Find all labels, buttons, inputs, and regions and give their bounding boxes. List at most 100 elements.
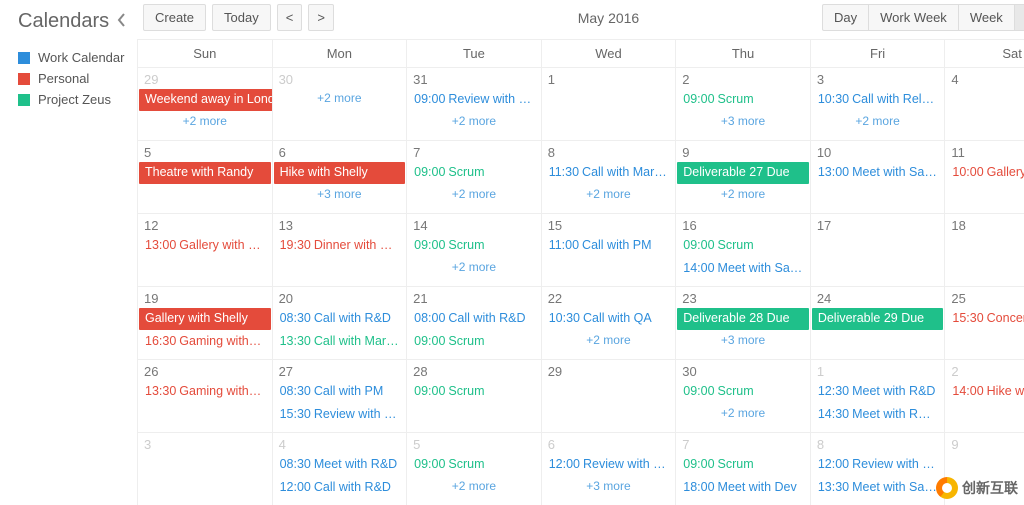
day-cell[interactable]: 1409:00Scrum+2 more <box>407 214 542 286</box>
event[interactable]: 09:00Scrum <box>677 381 809 403</box>
day-cell[interactable]: 612:00Review with PM+3 more <box>542 433 677 505</box>
event[interactable]: 13:30Call with Marketi… <box>274 331 406 353</box>
calendar-item[interactable]: Personal <box>18 68 127 89</box>
day-cell[interactable]: 17 <box>811 214 946 286</box>
day-cell[interactable]: 2108:00Call with R&D09:00Scrum <box>407 287 542 359</box>
event[interactable]: 08:00Call with R&D <box>408 308 540 330</box>
day-cell[interactable]: 29Weekend away in London+2 more <box>138 68 273 140</box>
more-link[interactable]: +3 more <box>542 477 676 493</box>
day-cell[interactable]: 2210:30Call with QA+2 more <box>542 287 677 359</box>
sidebar-collapse-icon[interactable] <box>117 13 127 30</box>
day-cell[interactable]: 1013:00Meet with Sales <box>811 141 946 213</box>
event[interactable]: Hike with Shelly <box>274 162 406 184</box>
event[interactable]: Deliverable 29 Due <box>812 308 944 330</box>
more-link[interactable]: +2 more <box>407 185 541 201</box>
day-cell[interactable]: 5Theatre with Randy <box>138 141 273 213</box>
event[interactable]: 08:30Call with PM <box>274 381 406 403</box>
event[interactable]: 09:00Scrum <box>677 454 809 476</box>
day-cell[interactable]: 2613:30Gaming with Ra… <box>138 360 273 432</box>
prev-button[interactable]: < <box>277 4 303 31</box>
day-cell[interactable]: 811:30Call with Marketi…+2 more <box>542 141 677 213</box>
more-link[interactable]: +2 more <box>676 185 810 201</box>
day-cell[interactable]: 1609:00Scrum14:00Meet with Sales <box>676 214 811 286</box>
event[interactable]: 09:00Scrum <box>408 162 540 184</box>
event[interactable]: 09:00Scrum <box>408 331 540 353</box>
more-link[interactable]: +2 more <box>542 331 676 347</box>
day-cell[interactable]: 709:00Scrum18:00Meet with Dev <box>676 433 811 505</box>
more-link[interactable]: +3 more <box>676 331 810 347</box>
more-link[interactable]: +3 more <box>273 185 407 201</box>
day-cell[interactable]: 1110:00Gallery with Elena <box>945 141 1024 213</box>
event[interactable]: Gallery with Shelly <box>139 308 271 330</box>
event[interactable]: Deliverable 27 Due <box>677 162 809 184</box>
event[interactable]: 09:00Review with Dev… <box>408 89 540 111</box>
event[interactable]: 12:00Call with R&D <box>274 477 406 499</box>
day-cell[interactable]: 509:00Scrum+2 more <box>407 433 542 505</box>
next-button[interactable]: > <box>308 4 334 31</box>
more-link[interactable]: +3 more <box>676 112 810 128</box>
day-cell[interactable]: 23Deliverable 28 Due+3 more <box>676 287 811 359</box>
more-link[interactable]: +2 more <box>407 112 541 128</box>
event[interactable]: 14:00Meet with Sales <box>677 258 809 280</box>
event[interactable]: 19:30Dinner with Mitch <box>274 235 406 257</box>
calendar-item[interactable]: Project Zeus <box>18 89 127 110</box>
more-link[interactable]: +2 more <box>542 185 676 201</box>
event[interactable]: 13:00Gallery with Fred <box>139 235 271 257</box>
event[interactable]: 14:30Meet with Relea… <box>812 404 944 426</box>
event[interactable]: 10:30Call with QA <box>543 308 675 330</box>
day-cell[interactable]: 4 <box>945 68 1024 140</box>
view-week[interactable]: Week <box>958 4 1015 31</box>
more-link[interactable]: +2 more <box>811 112 945 128</box>
event[interactable]: 16:30Gaming with Mit… <box>139 331 271 353</box>
day-cell[interactable]: 29 <box>542 360 677 432</box>
event[interactable]: 12:30Meet with R&D <box>812 381 944 403</box>
day-cell[interactable]: 408:30Meet with R&D12:00Call with R&D <box>273 433 408 505</box>
day-cell[interactable]: 1319:30Dinner with Mitch <box>273 214 408 286</box>
create-button[interactable]: Create <box>143 4 206 31</box>
more-link[interactable]: +2 more <box>676 404 810 420</box>
more-link[interactable]: +2 more <box>407 258 541 274</box>
day-cell[interactable]: 2708:30Call with PM15:30Review with PM <box>273 360 408 432</box>
today-button[interactable]: Today <box>212 4 271 31</box>
event[interactable]: 10:30Call with Release <box>812 89 944 111</box>
event[interactable]: 13:00Meet with Sales <box>812 162 944 184</box>
event[interactable]: 15:30Review with PM <box>274 404 406 426</box>
event[interactable]: Weekend away in London <box>139 89 273 111</box>
event[interactable]: 14:00Hike with Fred <box>946 381 1024 403</box>
event[interactable]: 08:30Meet with R&D <box>274 454 406 476</box>
day-cell[interactable]: 6Hike with Shelly+3 more <box>273 141 408 213</box>
day-cell[interactable]: 709:00Scrum+2 more <box>407 141 542 213</box>
day-cell[interactable]: 812:00Review with Dev…13:30Meet with Sal… <box>811 433 946 505</box>
view-work-week[interactable]: Work Week <box>868 4 959 31</box>
event[interactable]: 09:00Scrum <box>408 454 540 476</box>
day-cell[interactable]: 3009:00Scrum+2 more <box>676 360 811 432</box>
day-cell[interactable]: 1511:00Call with PM <box>542 214 677 286</box>
more-link[interactable]: +2 more <box>138 112 272 128</box>
event[interactable]: 12:00Review with PM <box>543 454 675 476</box>
event[interactable]: 08:30Call with R&D <box>274 308 406 330</box>
event[interactable]: 09:00Scrum <box>677 235 809 257</box>
event[interactable]: 18:00Meet with Dev <box>677 477 809 499</box>
calendar-item[interactable]: Work Calendar <box>18 47 127 68</box>
event[interactable]: 13:30Gaming with Ra… <box>139 381 271 403</box>
day-cell[interactable]: 2809:00Scrum <box>407 360 542 432</box>
event[interactable]: 11:00Call with PM <box>543 235 675 257</box>
more-link[interactable]: +2 more <box>407 477 541 493</box>
day-cell[interactable]: 2008:30Call with R&D13:30Call with Marke… <box>273 287 408 359</box>
view-month[interactable]: Month <box>1014 4 1024 31</box>
day-cell[interactable]: 214:00Hike with Fred <box>945 360 1024 432</box>
event[interactable]: Theatre with Randy <box>139 162 271 184</box>
event[interactable]: 13:30Meet with Sales <box>812 477 944 499</box>
view-day[interactable]: Day <box>822 4 869 31</box>
event[interactable]: Deliverable 28 Due <box>677 308 809 330</box>
day-cell[interactable]: 1213:00Gallery with Fred <box>138 214 273 286</box>
day-cell[interactable]: 19Gallery with Shelly16:30Gaming with Mi… <box>138 287 273 359</box>
day-cell[interactable]: 2515:30Concert with Sh… <box>945 287 1024 359</box>
day-cell[interactable]: 24Deliverable 29 Due <box>811 287 946 359</box>
day-cell[interactable]: 9Deliverable 27 Due+2 more <box>676 141 811 213</box>
event[interactable]: 12:00Review with Dev… <box>812 454 944 476</box>
event[interactable]: 15:30Concert with Sh… <box>946 308 1024 330</box>
day-cell[interactable]: 30+2 more <box>273 68 408 140</box>
event[interactable]: 11:30Call with Marketi… <box>543 162 675 184</box>
day-cell[interactable]: 310:30Call with Release+2 more <box>811 68 946 140</box>
